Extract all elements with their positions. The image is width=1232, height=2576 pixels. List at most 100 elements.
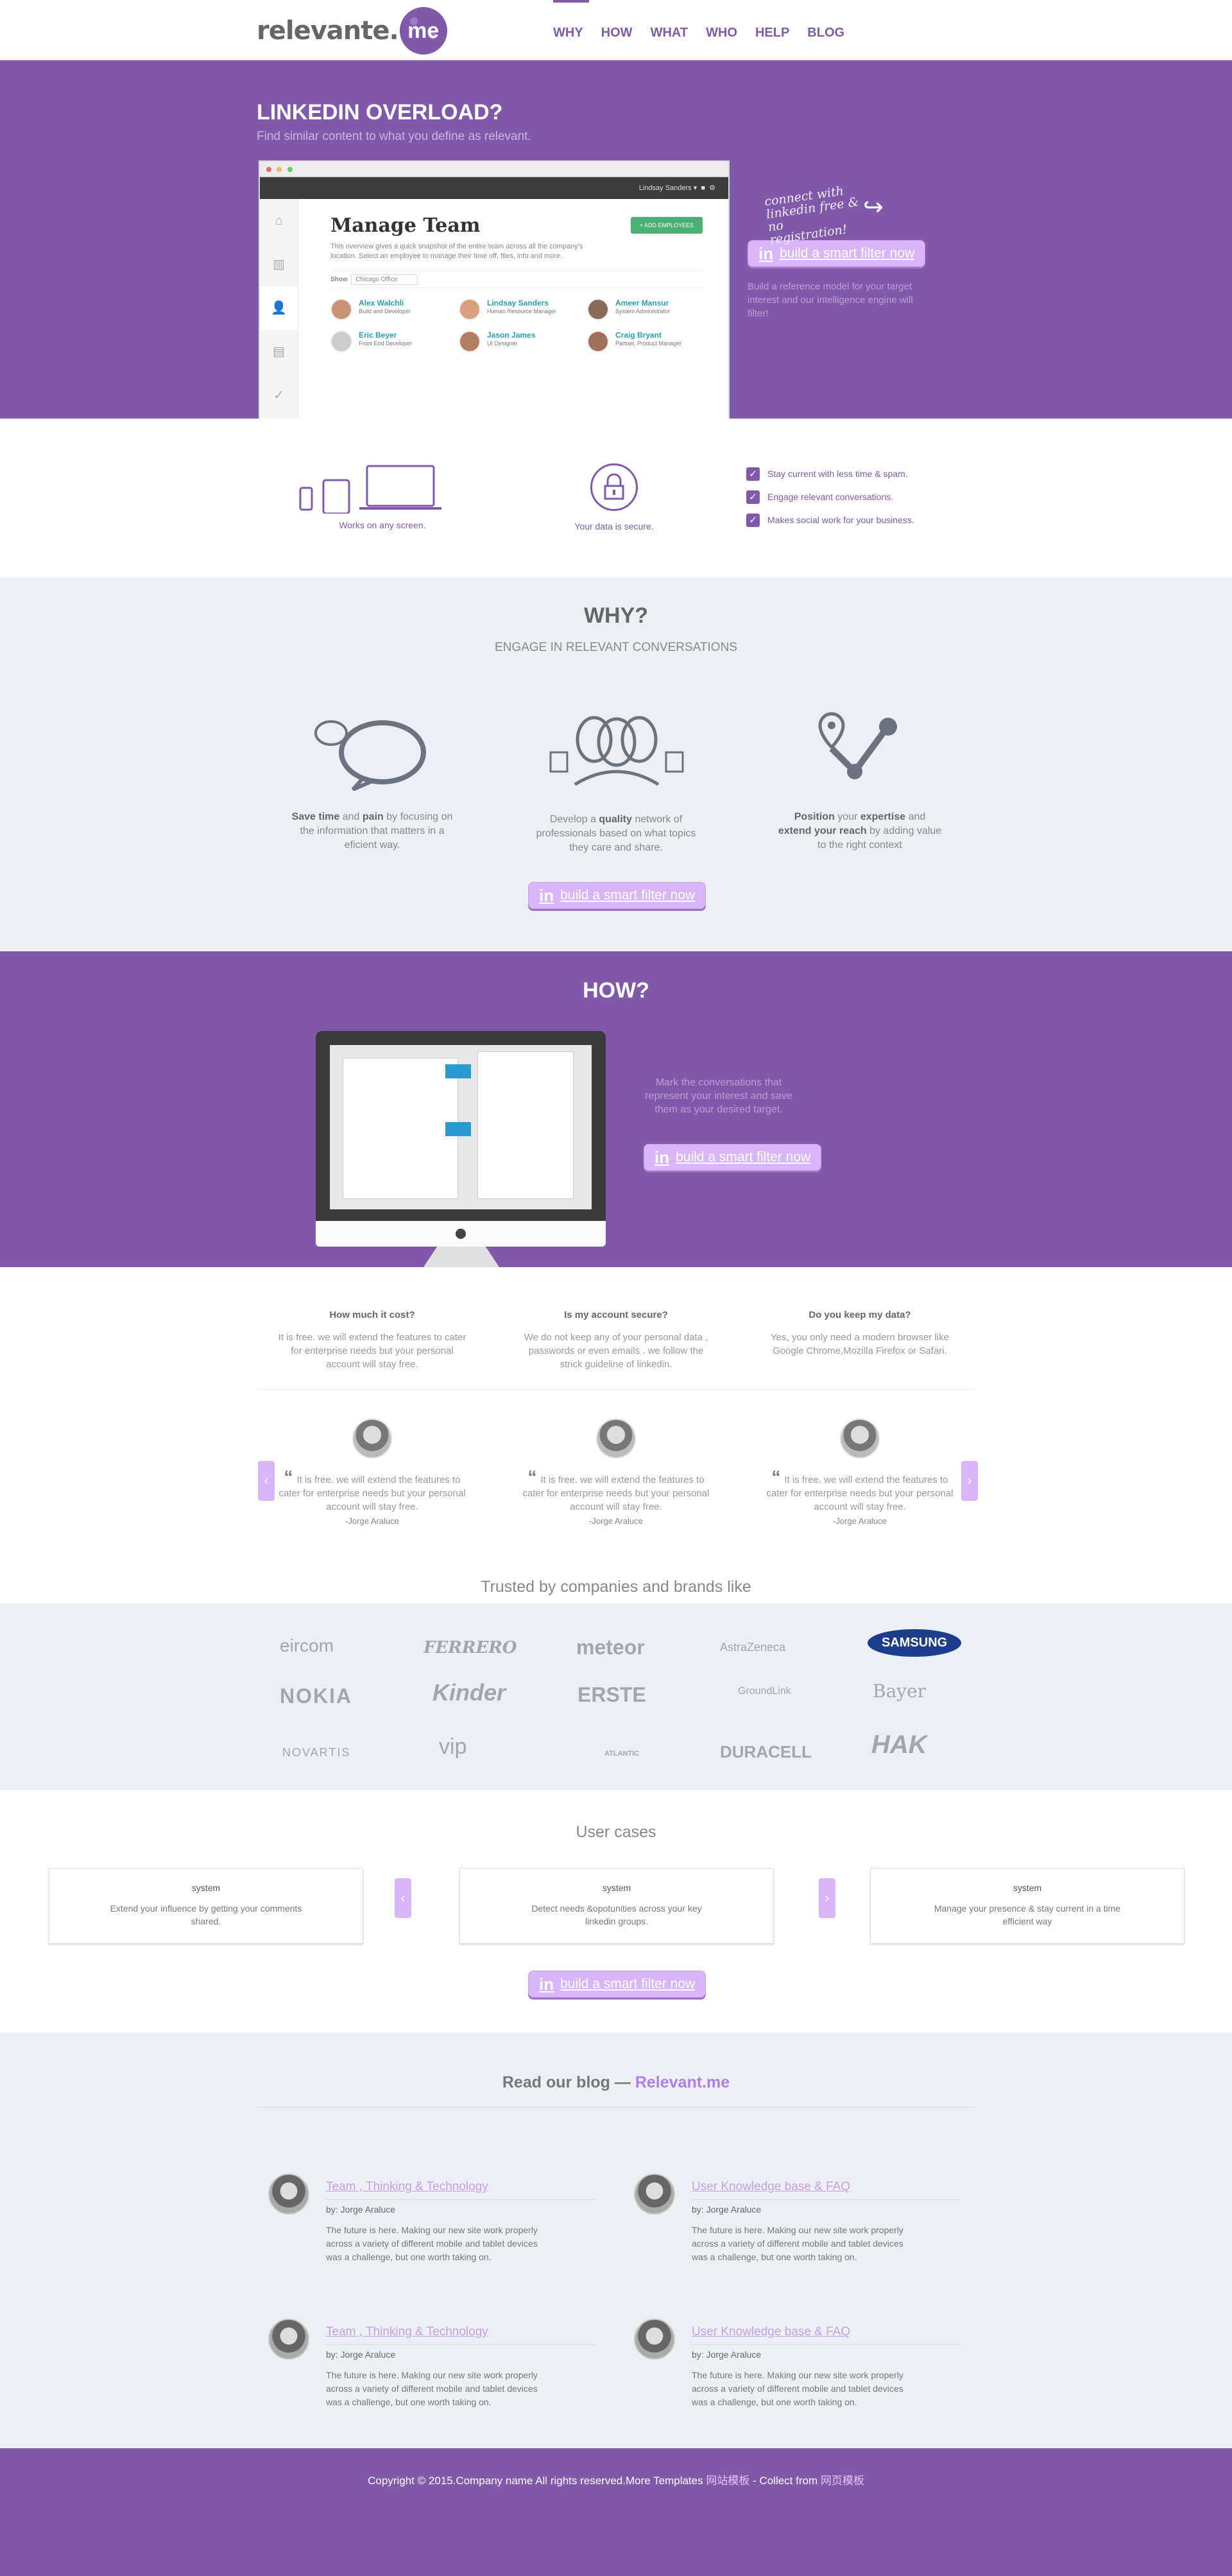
logo[interactable]: relevante. me: [257, 7, 447, 55]
blog-post-title[interactable]: User Knowledge base & FAQ: [692, 2180, 961, 2200]
testimonial-author: -Jorge Araluce: [345, 1516, 399, 1526]
faq-answer: It is free. we will extend the features …: [278, 1332, 466, 1370]
nav-who[interactable]: WHO: [706, 0, 753, 60]
why-title: WHY?: [583, 603, 649, 628]
side-panel: [477, 1051, 574, 1199]
why-strong: Save time: [291, 811, 340, 822]
faq-item: How much it cost? It is free. we will ext…: [276, 1310, 468, 1371]
nav-blog[interactable]: BLOG: [807, 0, 860, 60]
logo-badge: me: [399, 7, 447, 55]
blog-post-title[interactable]: Team , Thinking & Technology: [326, 2325, 595, 2345]
copyright-text: Copyright © 2015.Company name All rights…: [368, 2475, 706, 2487]
why-col-position: Position your expertise and extend your …: [776, 810, 943, 852]
build-filter-button[interactable]: in build a smart filter now: [528, 882, 706, 909]
cases-prev-button[interactable]: ‹: [395, 1878, 411, 1918]
window-dot-icon: [287, 167, 293, 172]
hero-section: LINKEDIN OVERLOAD? Find similar content …: [0, 60, 1232, 419]
case-card: system Detect needs &opotunities across y…: [459, 1868, 774, 1944]
blog-title-link[interactable]: Relevant.me: [635, 2073, 730, 2091]
avatar: [840, 1419, 880, 1458]
testimonial-next-button[interactable]: ›: [961, 1461, 978, 1501]
why-strong: expertise: [860, 811, 906, 822]
testimonial-prev-button[interactable]: ‹: [258, 1461, 275, 1501]
build-filter-button[interactable]: in build a smart filter now: [528, 1971, 706, 1998]
main-menu: WHY HOW WHAT WHO HELP BLOG: [553, 0, 862, 60]
testimonial: It is free. we will extend the features …: [520, 1419, 712, 1526]
avatar: [330, 298, 352, 320]
why-text: and: [339, 811, 363, 822]
testimonial-author: -Jorge Araluce: [833, 1516, 887, 1526]
logo-meteor: meteor: [576, 1636, 645, 1659]
checkbox-icon: ✓: [746, 490, 760, 504]
logo-ferrero: FERRERO: [424, 1638, 517, 1657]
logo-bayer: Bayer: [873, 1681, 927, 1702]
templates-link[interactable]: 网站模板: [706, 2475, 749, 2487]
blog-post: Team , Thinking & Technology by: Jorge Ar…: [268, 2174, 595, 2289]
avatar: [268, 2174, 309, 2215]
blog-post-excerpt: The future is here. Making our new site …: [692, 2370, 903, 2407]
devices-icon: [299, 465, 441, 514]
nav-why[interactable]: WHY: [553, 0, 599, 60]
blog-post-author: by: Jorge Araluce: [692, 2204, 762, 2215]
hero-note: Build a reference model for your target …: [748, 281, 913, 319]
person-card: Alex Walchli Build and Developer: [330, 298, 446, 320]
faq-item: Do you keep my data? Yes, you only need a…: [764, 1310, 956, 1358]
add-employees-button: + ADD EMPLOYEES: [630, 217, 703, 234]
logo-samsung: SAMSUNG: [868, 1629, 962, 1657]
button-label: build a smart filter now: [560, 888, 696, 903]
hero-title: LINKEDIN OVERLOAD?: [257, 100, 503, 125]
case-card: system Extend your influence by getting y…: [49, 1868, 363, 1944]
browser-chrome: [260, 162, 728, 177]
logo-groundlink: GroundLink: [738, 1686, 791, 1697]
why-strong: Position: [794, 811, 835, 822]
avatar: [330, 331, 352, 352]
how-section: HOW? Mark the conversations that represe…: [0, 951, 1232, 1267]
logo-eircom: eircom: [280, 1636, 334, 1655]
checkbox-icon: ✓: [746, 467, 760, 481]
app-bar: Lindsay Sanders ▾ ■ ⚙: [260, 177, 728, 199]
nav-help[interactable]: HELP: [755, 0, 805, 60]
person-role: Build and Developer: [359, 308, 411, 315]
logo-duracell: DURACELL: [720, 1742, 812, 1761]
blog-post: Team , Thinking & Technology by: Jorge Ar…: [268, 2319, 595, 2434]
avatar: [634, 2174, 675, 2215]
person-role: Front End Developer: [359, 340, 413, 347]
lock-icon: [590, 463, 638, 511]
app-main: Manage Team + ADD EMPLOYEES This overvie…: [330, 214, 703, 352]
monitor-stand: [424, 1247, 499, 1267]
cases-title: User cases: [576, 1823, 656, 1841]
blog-post-title[interactable]: Team , Thinking & Technology: [326, 2180, 595, 2200]
why-text: and: [905, 811, 926, 822]
collect-link[interactable]: 网页模板: [821, 2475, 864, 2487]
why-text: your: [834, 811, 860, 822]
nav-how[interactable]: HOW: [601, 0, 649, 60]
person-card: Craig Bryant Partner, Product Manager: [587, 331, 703, 352]
build-filter-button[interactable]: in build a smart filter now: [644, 1144, 822, 1171]
app-description: This overview gives a quick snapshot of …: [330, 243, 583, 260]
linkedin-icon: in: [539, 886, 554, 905]
blog-post: User Knowledge base & FAQ by: Jorge Aralu…: [634, 2174, 961, 2289]
nav-what[interactable]: WHAT: [651, 0, 705, 60]
monitor-chin: [316, 1221, 606, 1247]
person-name: Alex Walchli: [359, 298, 404, 307]
why-strong: pain: [362, 811, 384, 822]
blog-section: Read our blog — Relevant.me Team , Think…: [0, 2032, 1232, 2448]
avatar: [587, 298, 609, 320]
blog-title-prefix: Read our blog —: [502, 2073, 635, 2091]
cases-next-button[interactable]: ›: [819, 1878, 835, 1918]
benefit-text: Engage relevant conversations.: [767, 492, 894, 502]
avatar: [459, 331, 481, 352]
monitor-screen: [330, 1045, 592, 1209]
benefit-item: ✓ Stay current with less time & spam.: [746, 462, 914, 485]
hero-cta: connect with linkedin free & no registra…: [748, 184, 940, 320]
secure-caption: Your data is secure.: [574, 521, 654, 532]
linkedin-icon: in: [539, 1975, 554, 1994]
blog-post-title[interactable]: User Knowledge base & FAQ: [692, 2325, 961, 2345]
people-icon: 👤: [260, 286, 298, 330]
button-label: build a smart filter now: [780, 246, 915, 261]
testimonial-author: -Jorge Araluce: [589, 1516, 643, 1526]
handwritten-text: connect with linkedin free & no registra…: [764, 184, 860, 248]
case-image: system: [191, 1883, 221, 1893]
window-dot-icon: [266, 167, 271, 172]
show-label: Show: [330, 276, 348, 283]
